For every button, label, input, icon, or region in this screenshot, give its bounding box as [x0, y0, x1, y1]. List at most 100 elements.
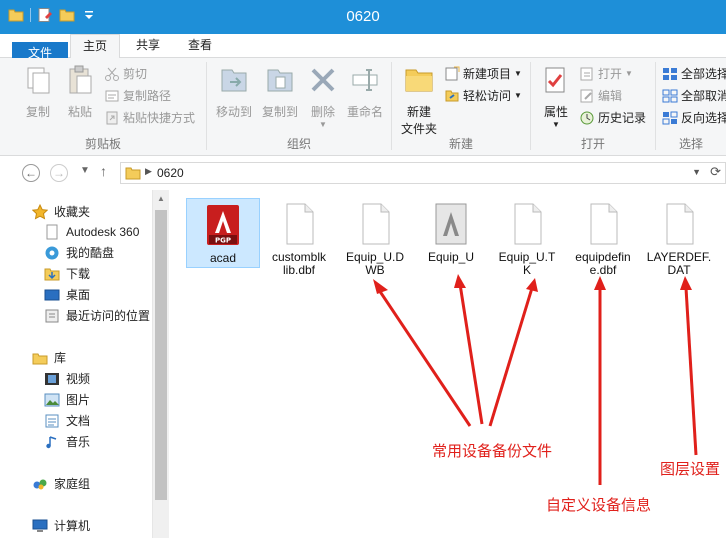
easy-access-dropdown-icon[interactable]: ▼: [514, 86, 522, 106]
nav-videos-label: 视频: [66, 372, 91, 386]
nav-videos[interactable]: 视频: [44, 369, 90, 389]
copy-button[interactable]: 复制: [18, 64, 58, 120]
copy-path-icon: [105, 90, 119, 102]
clipboard-group: 复制 粘贴 剪切 复制路径 粘贴快捷方式 剪贴板: [0, 58, 206, 156]
open-icon: [580, 67, 593, 81]
libraries-icon: [32, 353, 48, 365]
delete-dropdown-icon[interactable]: ▼: [305, 120, 341, 129]
select-none-icon: [662, 89, 678, 103]
recent-locations-dropdown-icon[interactable]: ▼: [80, 165, 90, 176]
properties-dropdown-icon[interactable]: ▼: [535, 120, 577, 129]
invert-selection-label: 反向选择: [681, 111, 726, 125]
paste-button[interactable]: 粘贴: [60, 64, 100, 120]
scroll-up-icon[interactable]: ▲: [157, 194, 165, 203]
organize-group: 移动到 复制到 删除 ▼ 重命名 组织: [207, 58, 391, 156]
nav-computer-label: 计算机: [54, 519, 91, 533]
back-button[interactable]: ←: [22, 164, 40, 182]
rename-button[interactable]: 重命名: [343, 64, 387, 120]
back-arrow-icon: ←: [25, 166, 37, 180]
open-button[interactable]: 打开 ▼: [579, 64, 633, 84]
easy-access-label: 轻松访问: [463, 89, 512, 103]
nav-scrollbar[interactable]: ▲: [152, 190, 169, 538]
paste-shortcut-button[interactable]: 粘贴快捷方式: [104, 108, 195, 128]
up-arrow-icon[interactable]: ↑: [100, 163, 107, 179]
properties-button[interactable]: 属性 ▼: [535, 64, 577, 129]
annotation-arrowhead: [680, 276, 692, 290]
annotation-arrowhead: [373, 279, 388, 294]
nav-music-label: 音乐: [66, 435, 91, 449]
invert-selection-button[interactable]: 反向选择: [662, 108, 726, 128]
edit-icon: [580, 89, 593, 103]
nav-favorites[interactable]: 收藏夹: [32, 202, 90, 222]
select-all-button[interactable]: 全部选择: [662, 64, 726, 84]
document-icon: [46, 224, 58, 240]
nav-downloads[interactable]: 下载: [44, 264, 90, 284]
cut-button[interactable]: 剪切: [104, 64, 147, 84]
ribbon: 复制 粘贴 剪切 复制路径 粘贴快捷方式 剪贴板 移动到 复制到 删除 ▼ 重命…: [0, 58, 726, 156]
new-item-dropdown-icon[interactable]: ▼: [514, 64, 522, 84]
nav-recent-label: 最近访问的位置: [66, 309, 151, 323]
tab-home[interactable]: 主页: [70, 34, 120, 59]
nav-computer[interactable]: 计算机: [32, 516, 90, 536]
copy-path-button[interactable]: 复制路径: [104, 86, 171, 106]
cut-label: 剪切: [123, 67, 148, 81]
move-to-label: 移动到: [215, 105, 252, 119]
rename-icon: [352, 69, 378, 91]
easy-access-icon: [445, 90, 459, 102]
breadcrumb-separator-icon[interactable]: ▶: [145, 166, 152, 177]
copy-to-label: 复制到: [261, 105, 298, 119]
delete-button[interactable]: 删除 ▼: [305, 64, 341, 129]
annotation-layer-settings: 图层设置: [660, 461, 721, 478]
nav-autodesk-label: Autodesk 360: [66, 225, 140, 239]
refresh-icon[interactable]: ⟳: [710, 164, 721, 180]
nav-autodesk-360[interactable]: Autodesk 360: [44, 222, 139, 242]
scissors-icon: [105, 67, 119, 81]
nav-documents-label: 文档: [66, 414, 91, 428]
move-to-button[interactable]: 移动到: [211, 64, 257, 120]
organize-group-label: 组织: [286, 137, 311, 151]
nav-music[interactable]: 音乐: [44, 432, 90, 452]
history-label: 历史记录: [598, 111, 647, 125]
select-none-button[interactable]: 全部取消: [662, 86, 726, 106]
history-button[interactable]: 历史记录: [579, 108, 646, 128]
paste-shortcut-label: 粘贴快捷方式: [123, 111, 196, 125]
tab-view[interactable]: 查看: [176, 34, 224, 58]
address-dropdown-icon[interactable]: ▼: [692, 167, 701, 177]
new-folder-icon: [405, 69, 433, 92]
select-all-icon: [663, 68, 677, 80]
new-group: 新建 文件夹 新建项目 ▼ 轻松访问 ▼ 新建: [392, 58, 530, 156]
window-title: 0620: [346, 8, 380, 25]
nav-recent[interactable]: 最近访问的位置: [44, 306, 150, 326]
rename-label: 重命名: [346, 105, 383, 119]
nav-pictures[interactable]: 图片: [44, 390, 90, 410]
tab-share[interactable]: 共享: [124, 34, 172, 58]
nav-downloads-label: 下载: [66, 267, 91, 281]
downloads-folder-icon: [44, 268, 60, 281]
new-folder-button[interactable]: 新建 文件夹: [396, 64, 442, 137]
clipboard-group-label: 剪贴板: [84, 137, 121, 151]
open-dropdown-icon[interactable]: ▼: [625, 64, 633, 84]
nav-desktop[interactable]: 桌面: [44, 285, 90, 305]
new-item-button[interactable]: 新建项目 ▼: [444, 64, 522, 84]
nav-libraries[interactable]: 库: [32, 348, 66, 368]
nav-my-disk[interactable]: 我的酷盘: [44, 243, 114, 263]
paste-label: 粘贴: [67, 105, 92, 119]
properties-label: 属性: [543, 105, 568, 119]
address-bar[interactable]: ▶ 0620 ▼ ⟳: [120, 162, 726, 184]
forward-button[interactable]: →: [50, 164, 68, 182]
new-item-label: 新建项目: [463, 67, 512, 81]
scrollbar-thumb[interactable]: [155, 210, 167, 500]
breadcrumb-current[interactable]: 0620: [157, 166, 184, 180]
nav-homegroup[interactable]: 家庭组: [32, 474, 90, 494]
annotation-arrowhead: [594, 276, 606, 290]
star-icon: [32, 204, 48, 220]
edit-button[interactable]: 编辑: [579, 86, 622, 106]
copy-to-button[interactable]: 复制到: [257, 64, 303, 120]
nav-mydisk-label: 我的酷盘: [66, 246, 115, 260]
annotation-arrow: [488, 287, 534, 427]
open-group-label: 打开: [580, 137, 605, 151]
pictures-icon: [44, 393, 60, 407]
easy-access-button[interactable]: 轻松访问 ▼: [444, 86, 522, 106]
nav-documents[interactable]: 文档: [44, 411, 90, 431]
nav-homegroup-label: 家庭组: [54, 477, 91, 491]
